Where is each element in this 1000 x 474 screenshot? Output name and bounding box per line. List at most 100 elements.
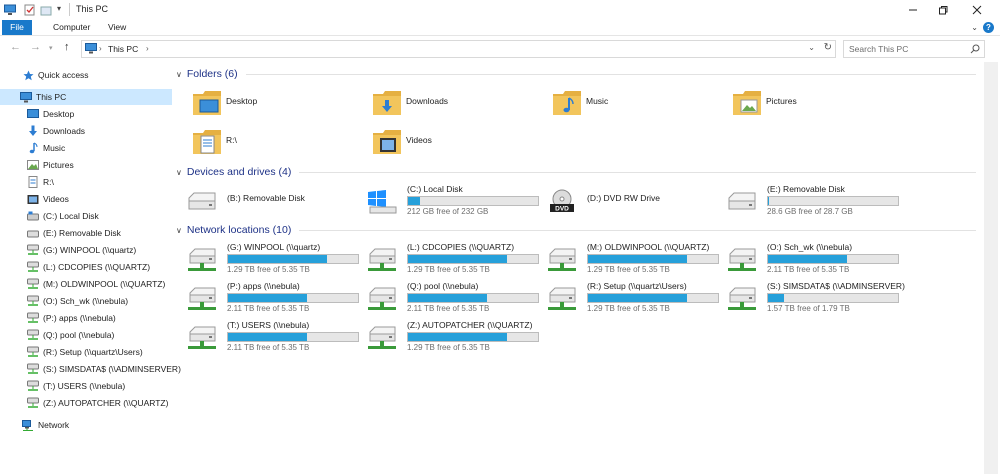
capacity-bar-fill	[588, 255, 687, 263]
folder-tile[interactable]: Desktop	[176, 86, 346, 120]
network-drive-icon	[27, 295, 39, 307]
sidebar-item[interactable]: (L:) CDCOPIES (\\QUARTZ)	[27, 259, 150, 275]
drive-tile[interactable]: (L:) CDCOPIES (\\QUARTZ) 1.29 TB free of …	[356, 241, 539, 274]
collapse-chevron-icon[interactable]: ∨	[176, 70, 182, 79]
recent-locations-chevron-icon[interactable]: ▾	[49, 44, 53, 52]
sidebar-item[interactable]: (O:) Sch_wk (\\nebula)	[27, 293, 128, 309]
maximize-button[interactable]	[928, 0, 958, 20]
sidebar-item-quick-access[interactable]: Quick access	[22, 67, 89, 83]
drive-tile[interactable]: (B:) Removable Disk	[176, 183, 351, 215]
capacity-bar	[227, 254, 359, 264]
breadcrumb-separator[interactable]: ›	[146, 44, 149, 53]
sidebar-item[interactable]: (R:) Setup (\\quartz\Users)	[27, 344, 143, 360]
network-drive-icon	[366, 247, 398, 271]
drive-tile[interactable]: DVD (D:) DVD RW Drive	[536, 183, 711, 215]
drive-name: (T:) USERS (\\nebula)	[227, 320, 310, 330]
drive-tile[interactable]: (G:) WINPOOL (\\quartz) 1.29 TB free of 5…	[176, 241, 359, 274]
drive-name: (R:) Setup (\\quartz\Users)	[587, 281, 687, 291]
capacity-bar-fill	[228, 255, 327, 263]
drive-tile[interactable]: (R:) Setup (\\quartz\Users) 1.29 TB free …	[536, 280, 719, 313]
up-arrow-icon[interactable]: ↑	[64, 41, 70, 53]
network-drive-icon	[726, 247, 758, 271]
dvd-drive-icon: DVD	[546, 189, 578, 213]
drive-tile[interactable]: (E:) Removable Disk 28.6 GB free of 28.7 …	[716, 183, 899, 216]
capacity-bar-fill	[228, 333, 308, 341]
sidebar-item[interactable]: (Z:) AUTOPATCHER (\\QUARTZ)	[27, 395, 168, 411]
folder-label: Desktop	[226, 96, 258, 106]
sidebar-item-label: Pictures	[43, 160, 74, 170]
title-bar: ▾ This PC	[0, 0, 1000, 20]
capacity-bar	[587, 293, 719, 303]
sidebar-item[interactable]: Music	[27, 140, 65, 156]
drive-tile[interactable]: (M:) OLDWINPOOL (\\QUARTZ) 1.29 TB free o…	[536, 241, 719, 274]
help-icon[interactable]: ?	[983, 22, 994, 33]
tab-file[interactable]: File	[2, 20, 32, 35]
sidebar-item[interactable]: (T:) USERS (\\nebula)	[27, 378, 125, 394]
drive-tile[interactable]: (Z:) AUTOPATCHER (\\QUARTZ) 1.29 TB free …	[356, 319, 539, 352]
forward-arrow-icon[interactable]: →	[30, 41, 41, 53]
sidebar-item[interactable]: (P:) apps (\\nebula)	[27, 310, 116, 326]
this-pc-icon[interactable]	[4, 4, 16, 16]
tab-view[interactable]: View	[102, 20, 132, 35]
collapse-chevron-icon[interactable]: ∨	[176, 226, 182, 235]
breadcrumb-this-pc[interactable]: This PC	[108, 44, 138, 54]
ribbon: File Computer View ⌄ ?	[0, 20, 1000, 36]
search-icon[interactable]	[970, 44, 980, 54]
document-icon	[27, 176, 39, 188]
drive-tile[interactable]: (Q:) pool (\\nebula) 2.11 TB free of 5.35…	[356, 280, 539, 313]
sidebar-item[interactable]: (Q:) pool (\\nebula)	[27, 327, 114, 343]
sidebar-item-label: (R:) Setup (\\quartz\Users)	[43, 347, 143, 357]
breadcrumb-separator[interactable]: ›	[99, 44, 102, 53]
drive-tile[interactable]: (O:) Sch_wk (\\nebula) 2.11 TB free of 5.…	[716, 241, 899, 274]
free-space-text: 1.29 TB free of 5.35 TB	[227, 265, 310, 274]
folder-tile[interactable]: Downloads	[356, 86, 526, 120]
drive-tile[interactable]: (C:) Local Disk 212 GB free of 232 GB	[356, 183, 539, 216]
address-bar[interactable]: › This PC › ⌄ ↻	[81, 40, 836, 58]
sidebar-item-label: (P:) apps (\\nebula)	[43, 313, 116, 323]
section-devices[interactable]: ∨ Devices and drives (4)	[176, 165, 976, 179]
minimize-button[interactable]	[898, 0, 928, 20]
drive-tile[interactable]: (T:) USERS (\\nebula) 2.11 TB free of 5.3…	[176, 319, 359, 352]
customize-toolbar-chevron-icon[interactable]: ▾	[57, 4, 69, 16]
sidebar-item-label: Desktop	[43, 109, 75, 119]
drive-tile[interactable]: (S:) SIMSDATA$ (\\ADMINSERVER) 1.57 TB fr…	[716, 280, 905, 313]
sidebar-item[interactable]: (G:) WINPOOL (\\quartz)	[27, 242, 136, 258]
sidebar-item-network[interactable]: Network	[22, 417, 69, 433]
free-space-text: 212 GB free of 232 GB	[407, 207, 489, 216]
refresh-icon[interactable]: ↻	[824, 42, 832, 53]
free-space-text: 1.29 TB free of 5.35 TB	[587, 304, 670, 313]
capacity-bar-fill	[408, 333, 507, 341]
sidebar-item[interactable]: (E:) Removable Disk	[27, 225, 121, 241]
sidebar-item[interactable]: R:\	[27, 174, 54, 190]
folder-tile[interactable]: R:\	[176, 125, 346, 159]
drive-tile[interactable]: (P:) apps (\\nebula) 2.11 TB free of 5.35…	[176, 280, 359, 313]
free-space-text: 1.29 TB free of 5.35 TB	[407, 265, 490, 274]
sidebar-item[interactable]: (M:) OLDWINPOOL (\\QUARTZ)	[27, 276, 165, 292]
sidebar-item[interactable]: (S:) SIMSDATA$ (\\ADMINSERVER)	[27, 361, 181, 377]
collapse-chevron-icon[interactable]: ∨	[176, 168, 182, 177]
close-button[interactable]	[962, 0, 992, 20]
tab-computer[interactable]: Computer	[47, 20, 96, 35]
section-network-locations[interactable]: ∨ Network locations (10)	[176, 223, 976, 237]
title-divider	[69, 3, 70, 16]
local-disk-icon	[27, 210, 39, 222]
sidebar-item[interactable]: Pictures	[27, 157, 74, 173]
search-box[interactable]: Search This PC	[843, 40, 985, 58]
properties-icon[interactable]	[24, 4, 36, 16]
folder-tile[interactable]: Pictures	[716, 86, 886, 120]
address-dropdown-chevron-icon[interactable]: ⌄	[808, 43, 815, 52]
back-arrow-icon[interactable]: ←	[10, 41, 21, 53]
sidebar-item[interactable]: Videos	[27, 191, 69, 207]
sidebar-item[interactable]: Desktop	[27, 106, 74, 122]
expand-ribbon-chevron-icon[interactable]: ⌄	[971, 23, 978, 32]
section-folders[interactable]: ∨ Folders (6)	[176, 67, 976, 81]
folder-tile[interactable]: Videos	[356, 125, 526, 159]
vertical-scrollbar[interactable]	[984, 62, 998, 474]
music-note-icon	[27, 142, 39, 154]
sidebar-item-this-pc[interactable]: This PC	[0, 89, 172, 105]
new-folder-icon[interactable]	[40, 4, 52, 16]
capacity-bar	[767, 196, 899, 206]
folder-tile[interactable]: Music	[536, 86, 706, 120]
sidebar-item[interactable]: Downloads	[27, 123, 85, 139]
sidebar-item[interactable]: (C:) Local Disk	[27, 208, 99, 224]
